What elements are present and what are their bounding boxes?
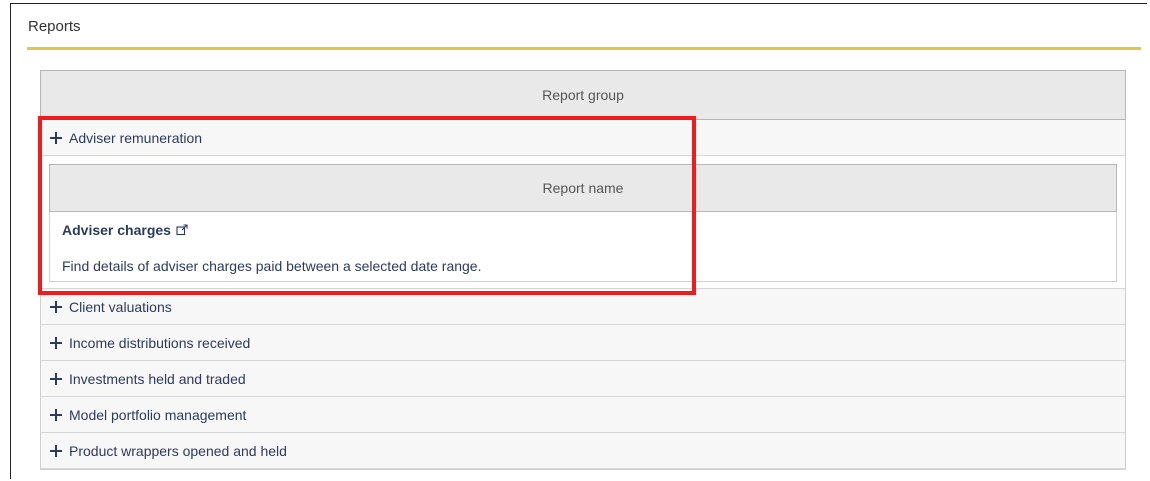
group-label: Adviser remuneration	[69, 129, 203, 146]
group-row-product-wrappers-opened-and-held[interactable]: Product wrappers opened and held	[41, 433, 1125, 469]
plus-icon	[49, 336, 63, 350]
report-link-adviser-charges[interactable]: Adviser charges	[62, 222, 1116, 238]
page-title: Reports	[28, 18, 81, 35]
plus-icon	[49, 300, 63, 314]
report-group-table: Report group Adviser remuneration Report…	[40, 70, 1126, 470]
group-row-adviser-remuneration[interactable]: Adviser remuneration	[41, 120, 1125, 156]
report-group-header: Report group	[40, 70, 1126, 120]
report-name-table: Report name Adviser charges Find details…	[49, 164, 1117, 282]
report-description: Find details of adviser charges paid bet…	[62, 258, 482, 274]
external-link-icon	[176, 224, 188, 236]
plus-icon	[49, 444, 63, 458]
group-label: Model portfolio management	[69, 406, 247, 423]
group-row-income-distributions-received[interactable]: Income distributions received	[41, 325, 1125, 361]
plus-icon	[49, 372, 63, 386]
expanded-group-panel: Report name Adviser charges Find details…	[41, 156, 1125, 289]
group-label: Client valuations	[69, 298, 172, 315]
title-underline	[27, 47, 1141, 50]
report-name-header: Report name	[49, 164, 1117, 212]
group-row-client-valuations[interactable]: Client valuations	[41, 289, 1125, 325]
plus-icon	[49, 408, 63, 422]
group-row-model-portfolio-management[interactable]: Model portfolio management	[41, 397, 1125, 433]
group-label: Investments held and traded	[69, 370, 246, 387]
group-label: Income distributions received	[69, 334, 251, 351]
group-label: Product wrappers opened and held	[69, 442, 287, 459]
plus-icon	[49, 131, 63, 145]
group-row-investments-held-and-traded[interactable]: Investments held and traded	[41, 361, 1125, 397]
report-link-label: Adviser charges	[62, 222, 171, 238]
